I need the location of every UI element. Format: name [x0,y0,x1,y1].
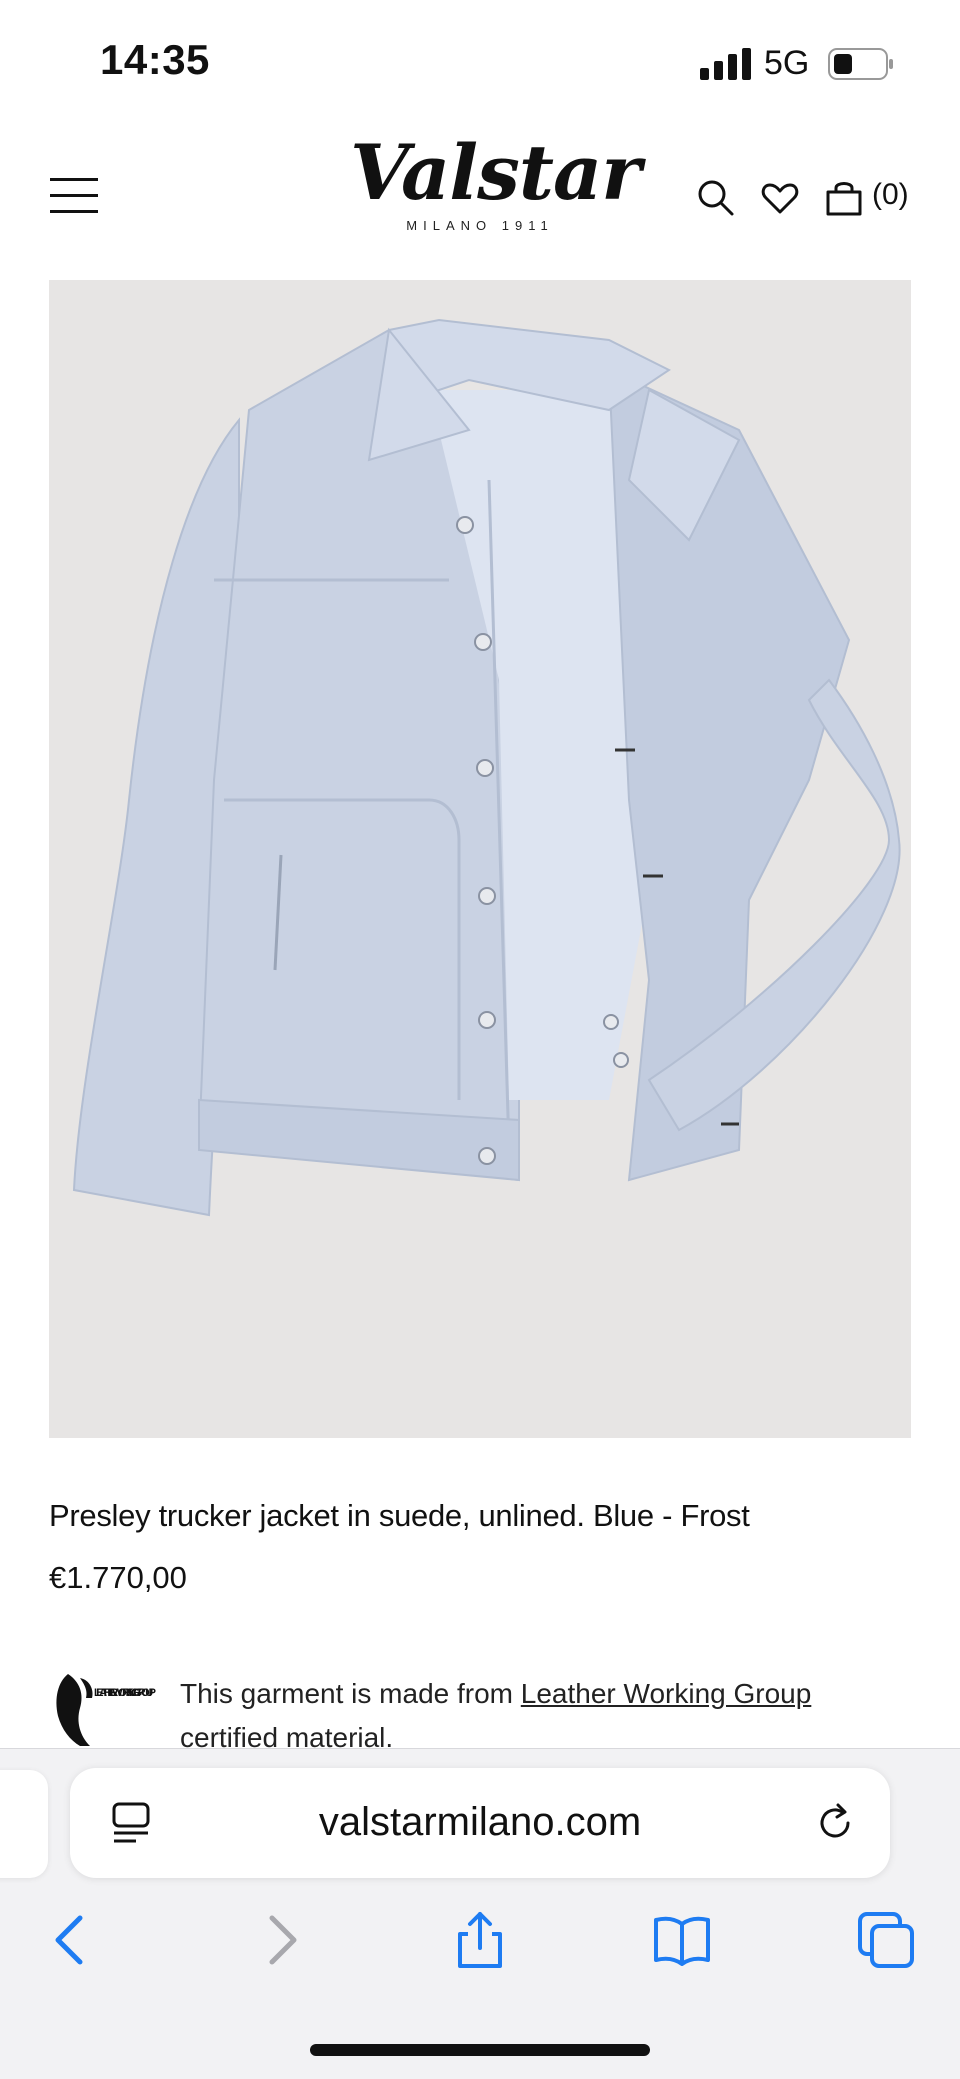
battery-icon [828,48,893,80]
bag-icon[interactable] [822,176,866,220]
brand-logo[interactable]: Valstar MILANO 1911 [350,128,641,260]
previous-tab-preview[interactable] [0,1770,48,1878]
lwg-logo-text: LEATHER WORKING GROUP [94,1687,156,1699]
home-indicator [310,2044,650,2056]
lwg-logo: LEATHER WORKING GROUP [56,1674,156,1746]
lwg-link[interactable]: Leather Working Group [521,1678,812,1709]
status-time: 14:35 [100,36,210,83]
certification-text-before: This garment is made from [180,1678,521,1709]
cart-count[interactable]: (0) [872,178,909,212]
search-icon[interactable] [694,176,738,220]
certification-text: This garment is made from Leather Workin… [180,1672,900,1760]
reload-icon[interactable] [812,1800,858,1846]
network-label: 5G [764,44,810,82]
heart-icon[interactable] [758,176,802,220]
product-title: Presley trucker jacket in suede, unlined… [49,1498,750,1533]
share-icon[interactable] [450,1910,510,1970]
tabs-icon[interactable] [856,1910,916,1970]
url-text[interactable]: valstarmilano.com [70,1800,890,1845]
product-image[interactable] [49,280,911,1438]
forward-icon[interactable] [250,1910,310,1970]
logo-script: Valstar [350,128,641,217]
back-icon[interactable] [42,1910,102,1970]
jacket-illustration [72,318,901,1217]
product-price: €1.770,00 [49,1560,187,1595]
bookmarks-icon[interactable] [652,1910,712,1970]
logo-subtext: MILANO 1911 [406,218,554,233]
signal-icon [700,48,751,80]
menu-button[interactable] [50,178,98,214]
